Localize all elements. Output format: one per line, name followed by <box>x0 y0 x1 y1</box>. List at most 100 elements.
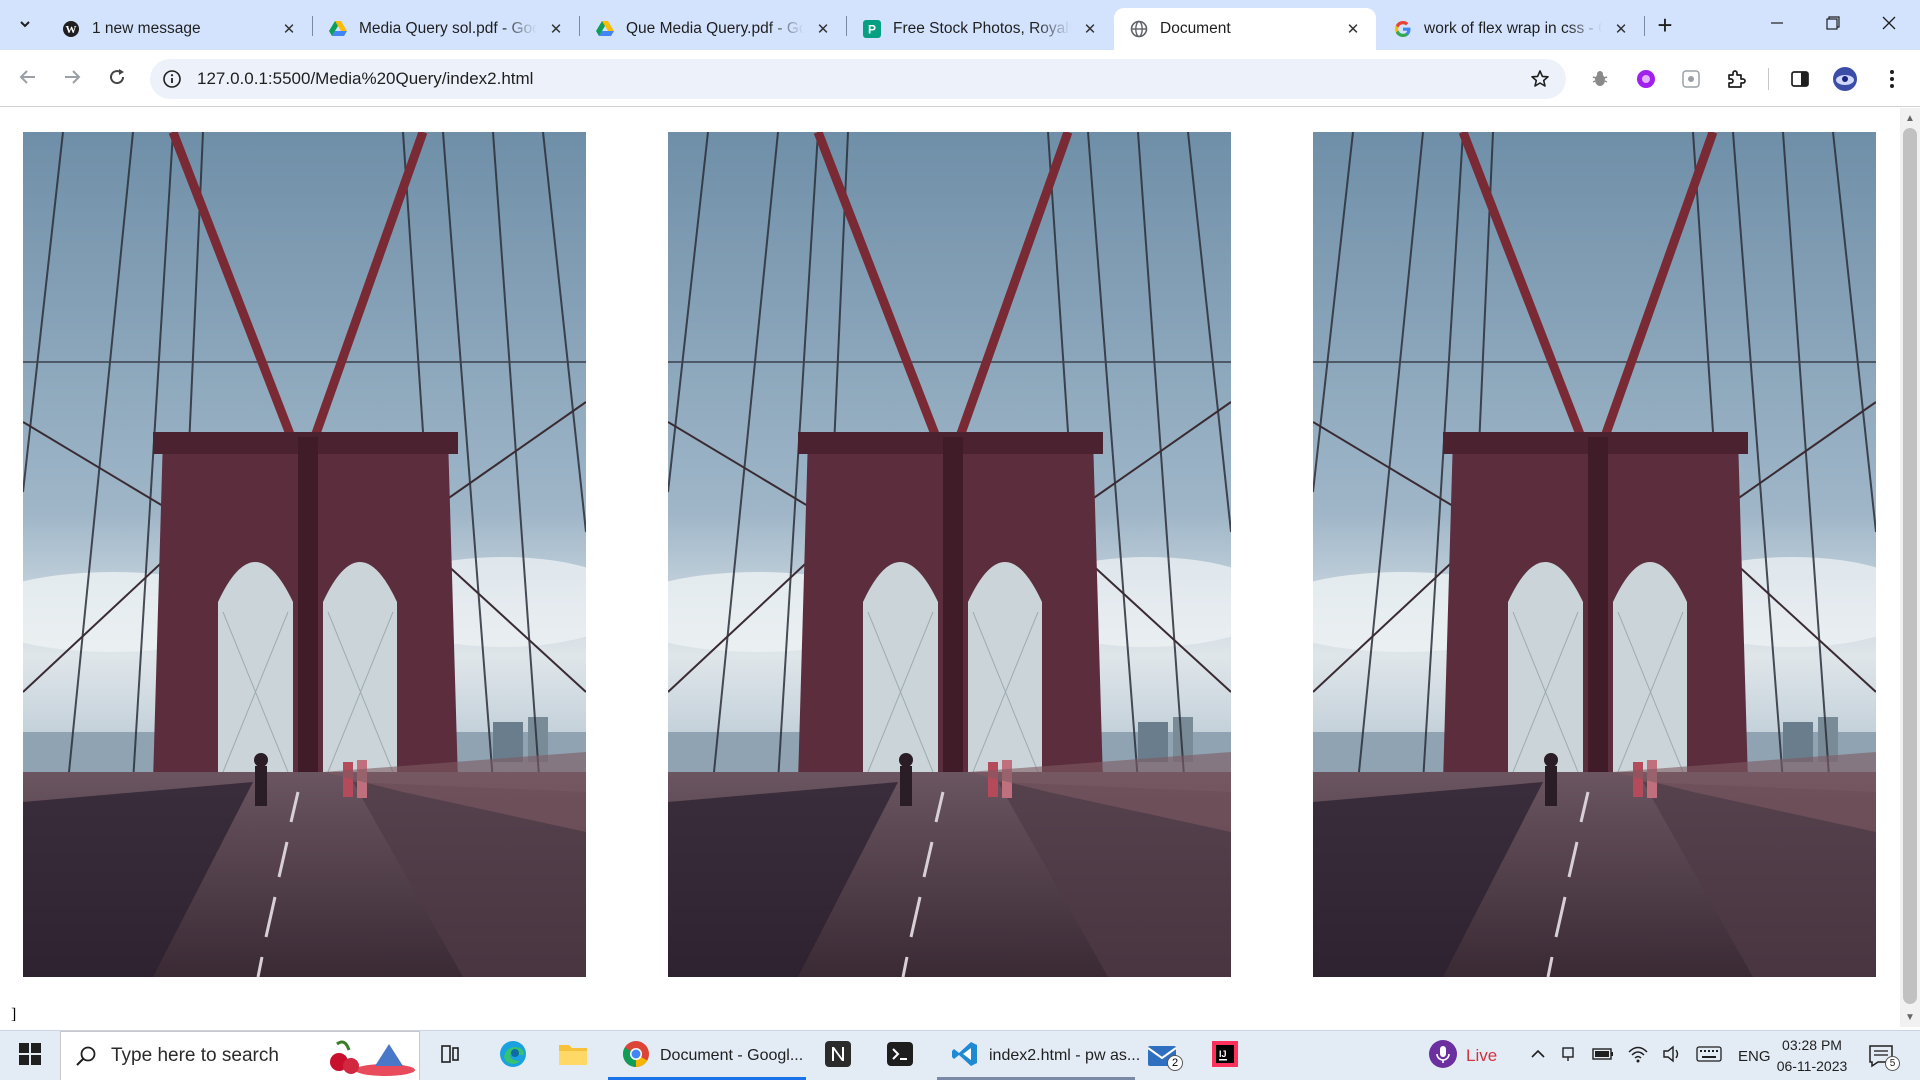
tab-document[interactable]: Document ✕ <box>1114 8 1376 50</box>
side-panel-icon[interactable] <box>1786 65 1814 93</box>
edge-icon <box>498 1039 528 1074</box>
close-tab-icon[interactable]: ✕ <box>812 18 834 40</box>
windows-taskbar: Type here to search Document - Googl... … <box>0 1030 1920 1080</box>
wifi-icon[interactable] <box>1628 1045 1648 1067</box>
search-highlight-icon <box>323 1036 415 1078</box>
purple-extension-icon[interactable] <box>1632 65 1660 93</box>
taskbar-app-label: index2.html - pw as... <box>989 1047 1141 1064</box>
minimize-icon <box>1771 16 1783 34</box>
taskbar-search-box[interactable]: Type here to search <box>60 1031 420 1080</box>
tab-title: Media Query sol.pdf - Google Drive <box>359 20 537 37</box>
mail-badge: 2 <box>1167 1055 1183 1071</box>
svg-text:IJ: IJ <box>1219 1049 1227 1059</box>
scroll-down-arrow-icon[interactable]: ▼ <box>1904 1011 1916 1023</box>
meet-now-icon[interactable] <box>1560 1045 1578 1067</box>
tab-free-stock-photos[interactable]: P Free Stock Photos, Royalty Free ✕ <box>847 8 1113 50</box>
close-tab-icon[interactable]: ✕ <box>278 18 300 40</box>
live-label: Live <box>1466 1046 1498 1065</box>
task-view-icon <box>439 1043 461 1070</box>
intellij-icon: IJ <box>1211 1040 1239 1073</box>
mail-icon: 2 <box>1147 1041 1183 1071</box>
tab-title: work of flex wrap in css - Google Search <box>1424 20 1602 37</box>
clock[interactable]: 03:28 PM 06-11-2023 <box>1760 1035 1864 1077</box>
address-bar[interactable]: 127.0.0.1:5500/Media%20Query/index2.html <box>150 59 1566 99</box>
close-tab-icon[interactable]: ✕ <box>545 18 567 40</box>
notion-icon <box>824 1040 852 1073</box>
minimize-button[interactable] <box>1754 0 1800 50</box>
restore-icon <box>1826 15 1840 35</box>
tab-que-media-query[interactable]: Que Media Query.pdf - Google Drive ✕ <box>580 8 846 50</box>
mail-taskbar-button[interactable]: 2 <box>1135 1031 1195 1080</box>
tab-title: Free Stock Photos, Royalty Free <box>893 20 1071 37</box>
terminal-taskbar-button[interactable] <box>870 1031 930 1080</box>
menu-kebab-icon[interactable] <box>1878 65 1906 93</box>
intellij-taskbar-button[interactable]: IJ <box>1195 1031 1255 1080</box>
notification-count: 5 <box>1885 1056 1900 1071</box>
tab-media-query-sol[interactable]: Media Query sol.pdf - Google Drive ✕ <box>313 8 579 50</box>
tab-flex-wrap-search[interactable]: work of flex wrap in css - Google Search… <box>1378 8 1644 50</box>
file-explorer-icon <box>558 1041 588 1072</box>
google-drive-icon <box>329 20 347 38</box>
scrollbar-thumb[interactable] <box>1903 128 1917 1004</box>
show-hidden-icons-chevron-icon[interactable] <box>1530 1046 1546 1066</box>
system-tray: ENG <box>1530 1031 1771 1080</box>
google-icon <box>1394 20 1412 38</box>
svg-text:W: W <box>66 24 77 36</box>
tab-title: 1 new message <box>92 20 201 37</box>
chrome-document-taskbar-button[interactable]: Document - Googl... <box>608 1031 806 1080</box>
tab-title: Document <box>1160 20 1231 37</box>
vscode-icon <box>951 1040 979 1073</box>
close-tab-icon[interactable]: ✕ <box>1079 18 1101 40</box>
url-text[interactable]: 127.0.0.1:5500/Media%20Query/index2.html <box>197 69 533 89</box>
start-button[interactable] <box>0 1031 60 1080</box>
chevron-down-icon <box>18 17 32 34</box>
close-tab-icon[interactable]: ✕ <box>1610 18 1632 40</box>
site-info-icon[interactable] <box>160 67 184 91</box>
task-view-button[interactable] <box>420 1031 480 1080</box>
extensions-puzzle-icon[interactable] <box>1722 65 1750 93</box>
notification-center-button[interactable]: 5 <box>1866 1031 1900 1080</box>
taskbar-app-label: Document - Googl... <box>660 1047 804 1064</box>
svg-text:P: P <box>868 23 876 37</box>
plus-icon: + <box>1657 9 1673 40</box>
notion-taskbar-button[interactable] <box>808 1031 868 1080</box>
windows-logo-icon <box>19 1042 41 1070</box>
grid-extension-icon[interactable] <box>1677 65 1705 93</box>
tab-strip: W 1 new message ✕ Media Query sol.pdf - … <box>0 0 1920 50</box>
new-tab-button[interactable]: + <box>1650 10 1680 40</box>
keyboard-icon[interactable] <box>1696 1046 1722 1066</box>
tab-1-new-message[interactable]: W 1 new message ✕ <box>46 8 312 50</box>
page-viewport: ] <box>0 108 1900 1027</box>
vscode-taskbar-button[interactable]: index2.html - pw as... <box>937 1031 1140 1080</box>
tab-search-button[interactable] <box>10 10 40 40</box>
search-icon <box>61 1045 111 1067</box>
restore-button[interactable] <box>1810 0 1856 50</box>
stray-bracket-text: ] <box>11 1006 17 1023</box>
profile-avatar[interactable] <box>1831 65 1859 93</box>
reload-icon <box>108 68 126 91</box>
close-window-button[interactable] <box>1866 0 1912 50</box>
forward-button[interactable] <box>56 63 88 95</box>
bridge-image-3 <box>1313 132 1876 977</box>
battery-icon[interactable] <box>1592 1047 1614 1065</box>
live-widget[interactable]: Live <box>1428 1031 1497 1080</box>
clock-time: 03:28 PM <box>1782 1037 1842 1053</box>
close-tab-icon[interactable]: ✕ <box>1342 18 1364 40</box>
volume-icon[interactable] <box>1662 1045 1682 1067</box>
edge-taskbar-button[interactable] <box>483 1031 543 1080</box>
wordpress-icon: W <box>62 20 80 38</box>
file-explorer-button[interactable] <box>543 1031 603 1080</box>
scroll-up-arrow-icon[interactable]: ▲ <box>1904 112 1916 124</box>
search-placeholder: Type here to search <box>111 1045 279 1066</box>
reload-button[interactable] <box>101 63 133 95</box>
vertical-scrollbar[interactable]: ▲ ▼ <box>1900 108 1920 1027</box>
google-drive-icon <box>596 20 614 38</box>
tab-separator <box>1644 16 1645 36</box>
arrow-left-icon <box>19 68 37 91</box>
chrome-icon <box>622 1040 650 1073</box>
podcast-live-icon <box>1428 1039 1458 1073</box>
toolbar-divider <box>1768 68 1769 90</box>
back-button[interactable] <box>12 63 44 95</box>
bug-extension-icon[interactable] <box>1586 65 1614 93</box>
bookmark-star-icon[interactable] <box>1528 67 1552 91</box>
